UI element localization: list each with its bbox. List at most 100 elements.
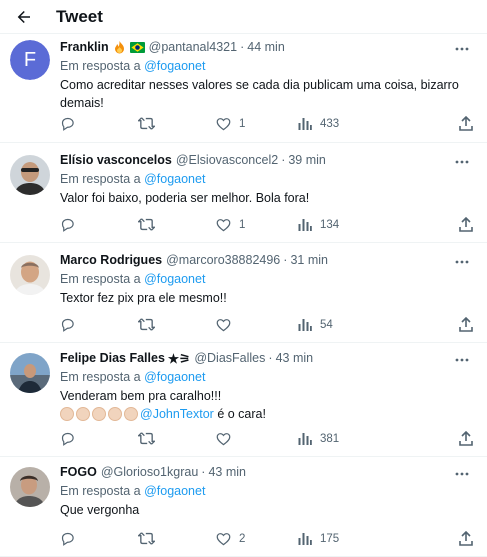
user-handle[interactable]: @Elsiovasconcel2 <box>176 153 278 167</box>
avatar[interactable] <box>10 467 50 507</box>
views-chart-icon <box>298 118 312 130</box>
reply-prefix: Em resposta a <box>60 484 145 498</box>
reply-icon <box>61 532 74 546</box>
retweet-button[interactable] <box>138 217 216 232</box>
more-dots-icon <box>455 472 469 476</box>
retweet-button[interactable] <box>138 116 216 131</box>
reply-button[interactable] <box>60 431 138 446</box>
like-button[interactable]: 2 <box>216 532 298 546</box>
retweet-button[interactable] <box>138 431 216 446</box>
avatar-photo <box>10 255 50 295</box>
share-icon <box>459 431 473 446</box>
user-handle[interactable]: @pantanal4321 <box>149 40 237 54</box>
more-dots-icon <box>455 47 469 51</box>
timestamp[interactable]: 39 min <box>288 153 326 167</box>
display-name[interactable]: Franklin <box>60 40 109 54</box>
avatar[interactable] <box>10 255 50 295</box>
timestamp[interactable]: 43 min <box>208 465 246 479</box>
like-button[interactable] <box>216 432 298 446</box>
display-name[interactable]: Felipe Dias Falles <box>60 351 165 365</box>
reply-prefix: Em resposta a <box>60 59 145 73</box>
mention-link[interactable]: @fogaonet <box>144 484 205 498</box>
timestamp[interactable]: 43 min <box>276 351 314 365</box>
back-button[interactable] <box>12 5 36 29</box>
more-options-button[interactable] <box>451 465 473 483</box>
mention-link[interactable]: @fogaonet <box>144 272 205 286</box>
tweet-header: FOGO @Glorioso1kgrau · 43 min <box>60 463 477 481</box>
share-icon <box>459 317 473 332</box>
more-options-button[interactable] <box>451 40 473 58</box>
heart-icon <box>216 432 231 445</box>
separator-dot: · <box>240 40 245 54</box>
user-handle[interactable]: @DiasFalles <box>194 351 265 365</box>
mention-link[interactable]: @JohnTextor <box>140 405 214 423</box>
share-button[interactable] <box>459 317 473 332</box>
display-name[interactable]: FOGO <box>60 465 97 479</box>
more-options-button[interactable] <box>451 351 473 369</box>
share-button[interactable] <box>459 116 473 131</box>
tweet-thread-page: Tweet F Franklin @pantanal4321 · 44 min … <box>0 0 487 557</box>
display-name[interactable]: Marco Rodrigues <box>60 253 162 267</box>
reply-prefix: Em resposta a <box>60 370 145 384</box>
user-handle[interactable]: @Glorioso1kgrau <box>101 465 198 479</box>
replying-to: Em resposta a @fogaonet <box>60 271 477 288</box>
views-button[interactable]: 381 <box>298 432 394 445</box>
reply-button[interactable] <box>60 531 138 546</box>
reply-button[interactable] <box>60 317 138 332</box>
mention-link[interactable]: @fogaonet <box>144 59 205 73</box>
like-count: 2 <box>239 532 246 545</box>
tweet-text-suffix: é o cara! <box>213 407 266 421</box>
avatar-photo <box>10 155 50 195</box>
share-button[interactable] <box>459 431 473 446</box>
reply-button[interactable] <box>60 217 138 232</box>
more-dots-icon <box>455 260 469 264</box>
views-button[interactable]: 134 <box>298 218 394 231</box>
tweet-header: Felipe Dias Falles ★⚞ @DiasFalles · 43 m… <box>60 349 477 367</box>
reply-tweet[interactable]: F Franklin @pantanal4321 · 44 min Em res… <box>0 34 487 143</box>
reply-tweet[interactable]: Elísio vasconcelos @Elsiovasconcel2 · 39… <box>0 143 487 243</box>
avatar[interactable] <box>10 155 50 195</box>
like-button[interactable] <box>216 318 298 332</box>
more-dots-icon <box>455 358 469 362</box>
more-options-button[interactable] <box>451 153 473 171</box>
share-icon <box>459 531 473 546</box>
reply-button[interactable] <box>60 116 138 131</box>
share-button[interactable] <box>459 531 473 546</box>
share-icon <box>459 116 473 131</box>
timestamp[interactable]: 44 min <box>247 40 285 54</box>
retweet-button[interactable] <box>138 317 216 332</box>
reply-tweet[interactable]: Marco Rodrigues @marcoro38882496 · 31 mi… <box>0 243 487 343</box>
clapping-hands-emoji-icon <box>108 407 122 421</box>
avatar[interactable] <box>10 353 50 393</box>
views-chart-icon <box>298 433 312 445</box>
more-dots-icon <box>455 160 469 164</box>
mention-link[interactable]: @fogaonet <box>144 370 205 384</box>
reply-icon <box>61 318 74 332</box>
avatar[interactable]: F <box>10 40 50 80</box>
tweet-actions: 54 <box>60 317 473 332</box>
heart-icon <box>216 117 231 130</box>
view-count: 175 <box>320 532 340 545</box>
views-button[interactable]: 175 <box>298 532 394 545</box>
retweet-icon <box>138 218 155 231</box>
display-name[interactable]: Elísio vasconcelos <box>60 153 172 167</box>
clapping-hands-emoji-icon <box>76 407 90 421</box>
retweet-button[interactable] <box>138 531 216 546</box>
reply-tweet[interactable]: FOGO @Glorioso1kgrau · 43 min Em respost… <box>0 457 487 557</box>
timestamp[interactable]: 31 min <box>290 253 328 267</box>
more-options-button[interactable] <box>451 253 473 271</box>
like-button[interactable]: 1 <box>216 218 298 232</box>
user-handle[interactable]: @marcoro38882496 <box>166 253 280 267</box>
tweet-actions: 1 134 <box>60 217 473 232</box>
views-button[interactable]: 433 <box>298 117 394 130</box>
views-button[interactable]: 54 <box>298 318 394 331</box>
reply-icon <box>61 432 74 446</box>
reply-tweet[interactable]: Felipe Dias Falles ★⚞ @DiasFalles · 43 m… <box>0 343 487 457</box>
like-button[interactable]: 1 <box>216 117 298 131</box>
tweet-actions: 381 <box>60 431 473 446</box>
separator-dot: · <box>201 465 206 479</box>
share-button[interactable] <box>459 217 473 232</box>
tweet-text: Valor foi baixo, poderia ser melhor. Bol… <box>60 191 310 205</box>
mention-link[interactable]: @fogaonet <box>144 172 205 186</box>
views-chart-icon <box>298 533 312 545</box>
